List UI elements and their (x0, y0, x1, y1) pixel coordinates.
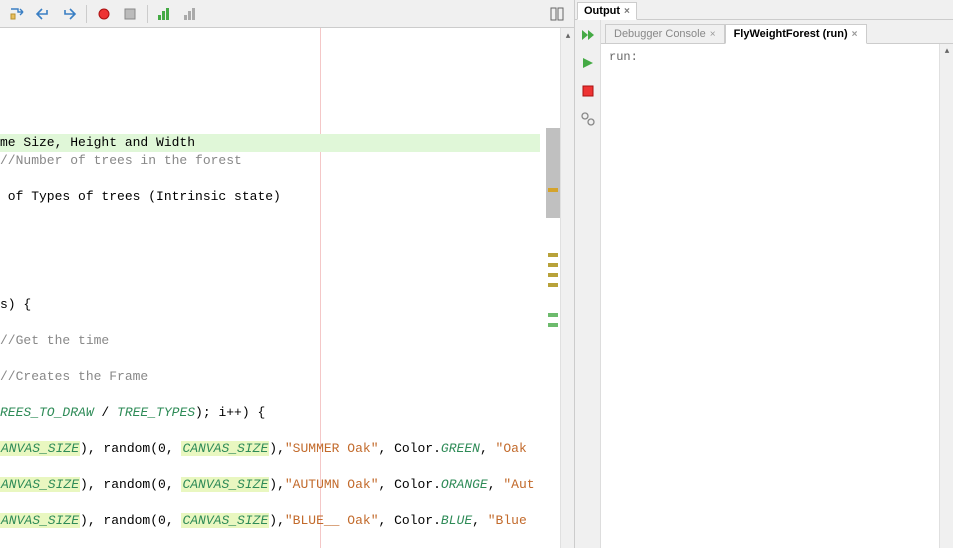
editor-pane: me Size, Height and Width //Number of tr… (0, 0, 575, 548)
code-line: ANVAS_SIZE), random(0, CANVAS_SIZE),"BLU… (0, 512, 540, 530)
console-text: run: (609, 50, 638, 64)
code-line: s) { (0, 296, 540, 314)
tab-label: Debugger Console (614, 28, 706, 40)
scroll-up-icon[interactable]: ▴ (940, 44, 953, 58)
stop-run-icon[interactable] (577, 80, 599, 102)
forward-icon[interactable] (58, 3, 80, 25)
output-icon-column (575, 20, 601, 548)
record-icon[interactable] (93, 3, 115, 25)
change-mark[interactable] (548, 323, 558, 327)
output-inner-tabs: Debugger Console × FlyWeightForest (run)… (601, 20, 953, 44)
warning-mark[interactable] (548, 253, 558, 257)
toolbar-separator (147, 5, 148, 23)
output-body: Debugger Console × FlyWeightForest (run)… (575, 20, 953, 548)
run-icon[interactable] (577, 52, 599, 74)
editor-toolbar (0, 0, 574, 28)
toolbar-separator (86, 5, 87, 23)
output-panel-tab[interactable]: Output × (577, 2, 637, 20)
code-line (0, 224, 540, 242)
back-icon[interactable] (32, 3, 54, 25)
code-editor[interactable]: me Size, Height and Width //Number of tr… (0, 28, 540, 548)
bars-grey-icon[interactable] (180, 3, 202, 25)
settings-icon[interactable] (577, 108, 599, 130)
code-line (0, 260, 540, 278)
warning-mark[interactable] (548, 263, 558, 267)
code-line: //Creates the Frame (0, 368, 540, 386)
code-line: //Get the time (0, 332, 540, 350)
tab-run-output[interactable]: FlyWeightForest (run) × (725, 24, 867, 44)
output-main: Debugger Console × FlyWeightForest (run)… (601, 20, 953, 548)
output-pane: Output × Debugger Console × (575, 0, 953, 548)
scrollbar-thumb[interactable] (546, 128, 560, 218)
console-output[interactable]: run: ▴ (601, 44, 953, 548)
warning-mark[interactable] (548, 273, 558, 277)
vertical-scrollbar[interactable]: ▴ (560, 28, 574, 548)
code-line: of Types of trees (Intrinsic state) (0, 188, 540, 206)
tab-debugger-console[interactable]: Debugger Console × (605, 24, 725, 44)
tab-label: FlyWeightForest (run) (734, 28, 848, 40)
scroll-up-icon[interactable]: ▴ (561, 28, 574, 42)
close-icon[interactable]: × (624, 6, 630, 17)
close-icon[interactable]: × (710, 29, 716, 40)
rerun-icon[interactable] (577, 24, 599, 46)
code-line: ANVAS_SIZE), random(0, CANVAS_SIZE),"AUT… (0, 476, 540, 494)
code-line: //Number of trees in the forest (0, 152, 540, 170)
code-line: ANVAS_SIZE), random(0, CANVAS_SIZE),"SUM… (0, 440, 540, 458)
output-panel-label: Output (584, 5, 620, 17)
warning-mark[interactable] (548, 188, 558, 192)
code-line: me Size, Height and Width (0, 134, 540, 152)
vertical-scrollbar[interactable]: ▴ (939, 44, 953, 548)
close-icon[interactable]: × (852, 29, 858, 40)
split-icon[interactable] (546, 3, 568, 25)
change-mark[interactable] (548, 313, 558, 317)
bars-green-icon[interactable] (154, 3, 176, 25)
output-tabstrip: Output × (575, 0, 953, 20)
editor-viewport[interactable]: me Size, Height and Width //Number of tr… (0, 28, 574, 548)
last-edit-icon[interactable] (6, 3, 28, 25)
stop-icon[interactable] (119, 3, 141, 25)
code-line: REES_TO_DRAW / TREE_TYPES); i++) { (0, 404, 540, 422)
warning-mark[interactable] (548, 283, 558, 287)
error-stripe[interactable] (540, 28, 560, 548)
